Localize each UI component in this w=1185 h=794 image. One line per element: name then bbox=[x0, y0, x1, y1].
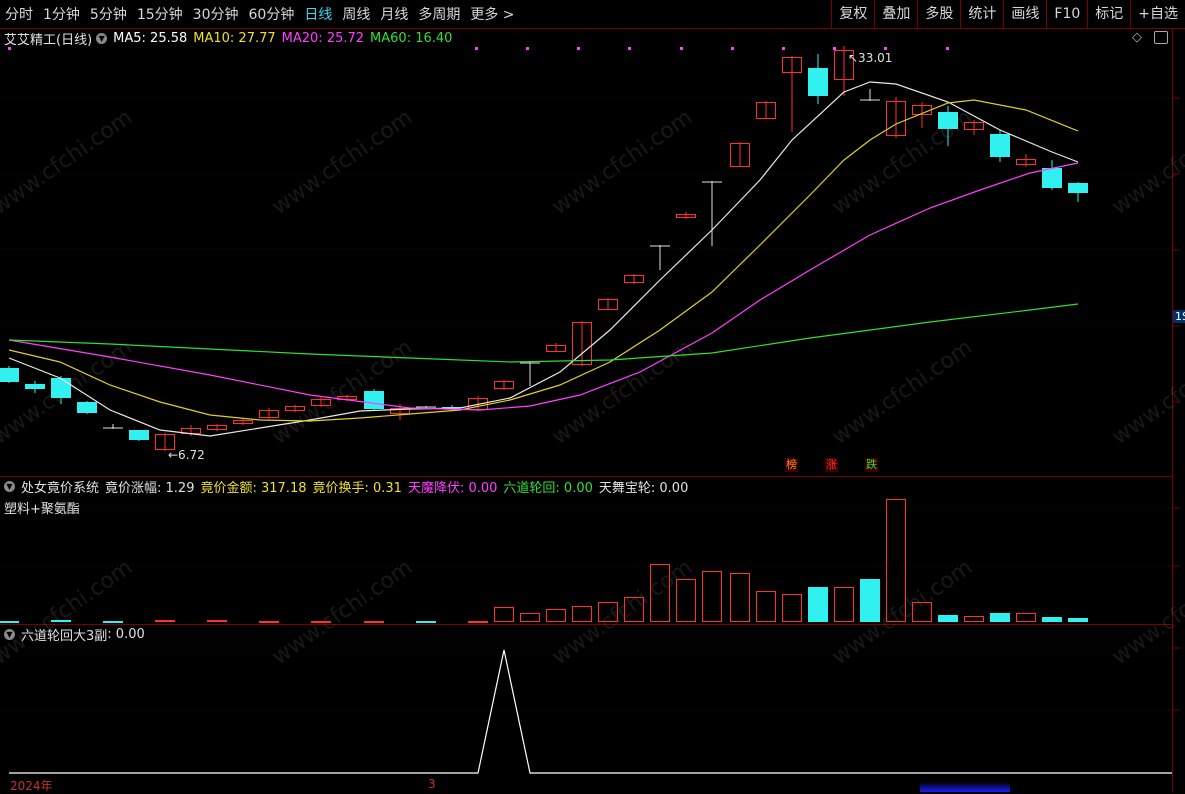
volume-bar bbox=[598, 602, 618, 622]
volume-bar bbox=[990, 613, 1010, 622]
event-marks: 榜涨跌 bbox=[785, 458, 905, 472]
volume-bar bbox=[1068, 618, 1088, 622]
candle-body bbox=[77, 402, 97, 413]
candle-body bbox=[1042, 168, 1062, 188]
ma-legend: MA5: 25.58 MA10: 27.77 MA20: 25.72 MA60: 16… bbox=[113, 31, 458, 46]
signal-dot bbox=[946, 47, 949, 50]
volume-bar bbox=[834, 587, 854, 622]
indicator1-header: ▼ 处女竟价系统 竟价涨幅: 1.29 竟价金额: 317.18 竟价换手: 0.3… bbox=[4, 477, 700, 496]
event-mark-1[interactable]: 涨 bbox=[825, 458, 838, 472]
indicator1-value-5: 天舞宝轮: 0.00 bbox=[598, 480, 689, 496]
scroll-indicator[interactable] bbox=[920, 782, 1010, 792]
volume-bar bbox=[546, 609, 566, 622]
candle-body bbox=[808, 68, 828, 96]
volume-bar bbox=[0, 621, 19, 623]
indicator1-value-2: 竟价换手: 0.31 bbox=[312, 480, 402, 496]
indicator2-settings-icon[interactable]: ▼ bbox=[4, 628, 15, 640]
volume-bar bbox=[416, 621, 436, 623]
volume-bar bbox=[103, 621, 123, 623]
candle-body bbox=[938, 112, 958, 129]
signal-dot bbox=[731, 47, 734, 50]
main-header: 艾艾精工(日线) ▼ MA5: 25.58 MA10: 27.77 MA20: 25… bbox=[4, 29, 464, 48]
indicator1-values: 竟价涨幅: 1.29 竟价金额: 317.18 竟价换手: 0.31 天魔降伏: 0.… bbox=[105, 477, 694, 496]
xaxis-year: 2024年 bbox=[10, 779, 53, 793]
signal-dot bbox=[526, 47, 529, 50]
volume-bar bbox=[259, 621, 279, 623]
ma20-line bbox=[8, 162, 1079, 411]
ma-value-2: MA20: 25.72 bbox=[281, 30, 365, 46]
indicator1-name: 处女竟价系统 bbox=[21, 480, 100, 496]
volume-bar bbox=[572, 606, 592, 622]
volume-bar bbox=[886, 499, 906, 622]
signal-line bbox=[9, 649, 1172, 774]
volume-bar bbox=[155, 620, 175, 622]
volume-bar bbox=[676, 579, 696, 622]
high-price-label: ↖33.01 bbox=[848, 51, 892, 65]
signal-dot bbox=[884, 47, 887, 50]
volume-bar bbox=[311, 621, 331, 623]
indicator2-header: ▼ 六道轮回大3副 : 0.00 bbox=[4, 625, 151, 644]
ma10-line bbox=[8, 99, 1079, 422]
volume-bar bbox=[650, 564, 670, 622]
ma-value-3: MA60: 16.40 bbox=[370, 30, 453, 46]
indicator1-value-0: 竟价涨幅: 1.29 bbox=[105, 480, 195, 496]
volume-bar bbox=[730, 573, 750, 622]
volume-bar bbox=[468, 621, 488, 623]
volume-bar bbox=[938, 615, 958, 622]
volume-bar bbox=[702, 571, 722, 622]
indicator2-name: 六道轮回大3副 bbox=[21, 628, 108, 644]
candle-body bbox=[129, 430, 149, 440]
candle-body bbox=[364, 391, 384, 409]
volume-bar bbox=[624, 597, 644, 622]
volume-bar bbox=[207, 620, 227, 622]
signal-dot bbox=[782, 47, 785, 50]
volume-bar bbox=[860, 579, 880, 622]
price-axis-tag: 1S bbox=[1173, 310, 1185, 323]
candle-body bbox=[1068, 183, 1088, 193]
ma-value-0: MA5: 25.58 bbox=[113, 30, 188, 46]
volume-bar bbox=[912, 602, 932, 622]
window-toggle-icon[interactable] bbox=[1154, 31, 1168, 44]
indicator1-value-1: 竟价金额: 317.18 bbox=[200, 480, 307, 496]
low-price-label: ←6.72 bbox=[168, 448, 205, 462]
volume-bar bbox=[782, 594, 802, 622]
signal-dot bbox=[833, 47, 836, 50]
kline-chart[interactable]: ↖33.01 ←6.72 bbox=[0, 0, 1185, 792]
stock-title: 艾艾精工(日线) bbox=[4, 32, 93, 48]
signal-dot bbox=[628, 47, 631, 50]
indicator1-value-4: 六道轮回: 0.00 bbox=[503, 480, 593, 496]
event-mark-2[interactable]: 跌 bbox=[865, 458, 878, 472]
volume-bar bbox=[1016, 613, 1036, 622]
volume-bar bbox=[494, 607, 514, 622]
sector-label: 塑料+聚氨酯 bbox=[4, 502, 80, 517]
volume-bar bbox=[51, 620, 71, 622]
volume-bar bbox=[1042, 617, 1062, 622]
volume-bar bbox=[520, 613, 540, 622]
volume-bar bbox=[756, 591, 776, 622]
candle-body bbox=[0, 368, 19, 382]
settings-icon[interactable]: ▼ bbox=[96, 32, 108, 44]
signal-dot bbox=[577, 47, 580, 50]
indicator1-value-3: 天魔降伏: 0.00 bbox=[407, 480, 498, 496]
xaxis-month: 3 bbox=[428, 777, 436, 791]
ma60-line bbox=[8, 303, 1079, 363]
diamond-icon[interactable]: ◇ bbox=[1132, 30, 1142, 45]
candle-body bbox=[990, 134, 1010, 157]
signal-dot bbox=[680, 47, 683, 50]
ma-value-1: MA10: 27.77 bbox=[193, 30, 276, 46]
indicator1-settings-icon[interactable]: ▼ bbox=[4, 480, 15, 492]
indicator2-value: : 0.00 bbox=[107, 626, 145, 642]
volume-bar bbox=[364, 621, 384, 623]
signal-dot bbox=[475, 47, 478, 50]
volume-bar bbox=[964, 616, 984, 622]
candle-body bbox=[25, 384, 45, 389]
candle-body bbox=[51, 378, 71, 398]
event-mark-0[interactable]: 榜 bbox=[785, 458, 798, 472]
volume-bar bbox=[808, 587, 828, 622]
ma5-line bbox=[8, 81, 1079, 437]
